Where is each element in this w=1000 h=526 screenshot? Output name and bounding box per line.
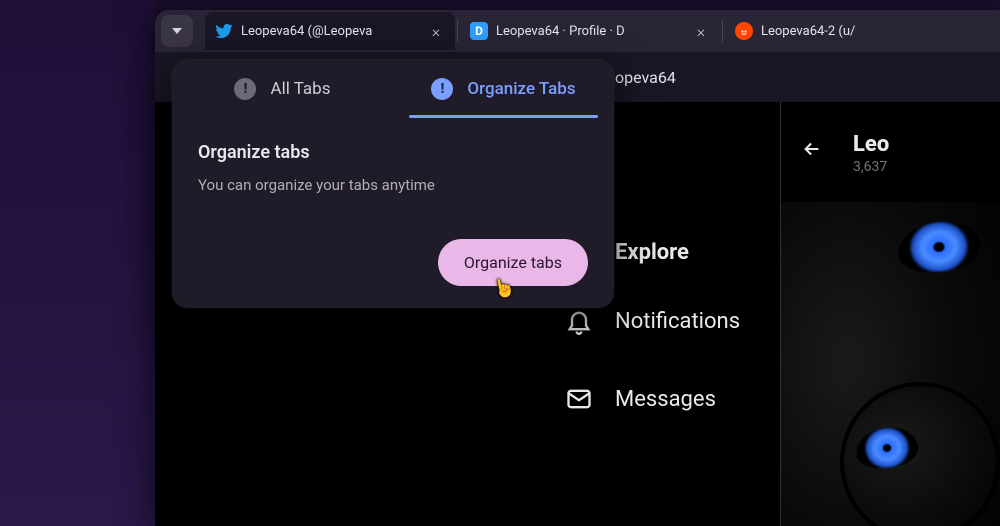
profile-post-count: 3,637 [853,159,889,175]
tab-strip: Leopeva64 (@Leopeva × D Leopeva64 · Prof… [155,10,1000,52]
info-icon: ! [234,78,256,100]
envelope-icon [565,385,593,413]
avatar-art [854,425,920,471]
panel-tabs: ! All Tabs ! Organize Tabs [172,60,614,118]
chevron-down-icon [172,28,182,34]
tab-label: All Tabs [270,79,330,99]
tab-separator [722,20,723,42]
nav-label: Explore [615,240,689,265]
profile-header: Leo 3,637 [781,132,1000,175]
browser-tab[interactable]: D Leopeva64 · Profile · D × [460,12,720,50]
back-arrow-icon[interactable] [801,138,823,160]
tab-all-tabs[interactable]: ! All Tabs [172,60,393,118]
twitter-icon [215,22,233,40]
profile-name: Leo [853,132,889,157]
tab-title: Leopeva64-2 (u/ [761,24,915,39]
disqus-icon: D [470,22,488,40]
info-icon: ! [431,78,453,100]
panel-heading: Organize tabs [198,142,588,163]
tab-label: Organize Tabs [467,79,575,99]
url-fragment: opeva64 [615,68,676,87]
panel-description: You can organize your tabs anytime [198,175,588,196]
nav-messages[interactable]: Messages [565,360,780,438]
tab-search-button[interactable] [161,15,193,47]
organize-tabs-button[interactable]: Organize tabs [438,239,588,286]
nav-label: Messages [615,387,716,412]
profile-column: Leo 3,637 [780,102,1000,526]
banner-art [896,218,983,276]
tab-search-panel: ! All Tabs ! Organize Tabs Organize tabs… [172,60,614,308]
tab-separator [457,20,458,42]
nav-label: Notifications [615,309,740,334]
tab-title: Leopeva64 · Profile · D [496,24,684,39]
browser-tab[interactable]: Leopeva64-2 (u/ [725,12,925,50]
tab-title: Leopeva64 (@Leopeva [241,24,419,39]
close-icon[interactable]: × [692,22,710,41]
bell-icon [565,307,593,335]
browser-tab[interactable]: Leopeva64 (@Leopeva × [205,12,455,50]
tab-organize-tabs[interactable]: ! Organize Tabs [393,60,614,118]
reddit-icon [735,22,753,40]
close-icon[interactable]: × [427,22,445,41]
